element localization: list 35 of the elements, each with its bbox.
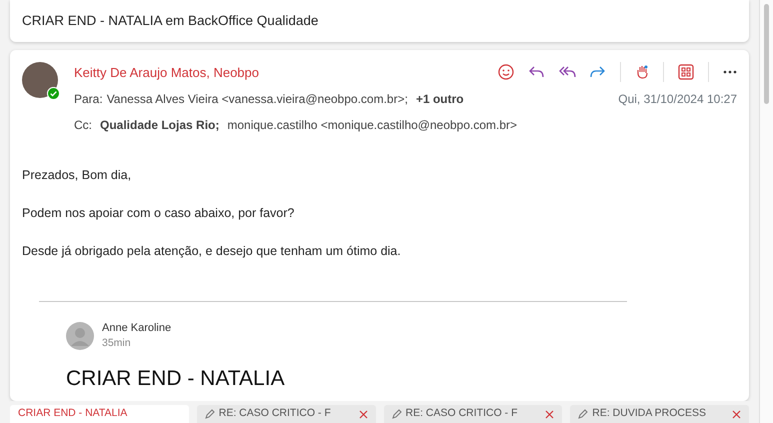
body-paragraph: Prezados, Bom dia, bbox=[22, 167, 132, 184]
more-recipients-link[interactable]: +1 outro bbox=[416, 90, 464, 108]
close-icon[interactable] bbox=[545, 410, 554, 418]
scrollbar[interactable] bbox=[759, 0, 773, 423]
close-icon[interactable] bbox=[732, 410, 741, 418]
pencil-icon bbox=[204, 409, 215, 419]
pencil-icon bbox=[392, 409, 402, 419]
compose-tab[interactable]: RE: DUVIDA PROCESS bbox=[570, 405, 749, 423]
body-paragraph: Podem nos apoiar com o caso abaixo, por favor? bbox=[22, 205, 296, 222]
conversation-title: CRIAR END - NATALIA em BackOffice Qualidade bbox=[10, 0, 749, 42]
recipient[interactable]: Qualidade Lojas Rio; bbox=[100, 116, 220, 134]
compose-tab[interactable]: CRIAR END - NATALIA bbox=[10, 405, 189, 423]
forward-icon[interactable] bbox=[590, 65, 606, 80]
pencil-icon bbox=[578, 409, 588, 419]
close-icon[interactable] bbox=[358, 410, 368, 418]
to-label: Para: bbox=[74, 91, 103, 108]
recipient[interactable]: Vanessa Alves Vieira <vanessa.vieira@neobpo.com.br>; bbox=[106, 90, 408, 108]
hand-icon[interactable] bbox=[635, 64, 649, 80]
post-time: 35min bbox=[102, 336, 132, 351]
cc-label: Cc: bbox=[74, 117, 92, 134]
apps-icon[interactable] bbox=[678, 64, 694, 80]
recipient[interactable]: monique.castilho <monique.castilho@neobpo.com.br> bbox=[227, 116, 518, 134]
sender-name[interactable]: Keitty De Araujo Matos, Neobpo bbox=[74, 62, 259, 82]
post-heading: CRIAR END - NATALIA bbox=[66, 366, 286, 391]
reply-icon[interactable] bbox=[528, 65, 544, 80]
sent-date: Qui, 31/10/2024 10:27 bbox=[618, 91, 737, 108]
more-options-icon[interactable] bbox=[723, 70, 737, 74]
compose-tab[interactable]: RE: CASO CRITICO - F bbox=[384, 405, 562, 423]
author-name: Anne Karoline bbox=[102, 320, 172, 336]
compose-tab[interactable]: RE: CASO CRITICO - F bbox=[196, 405, 376, 423]
smiley-icon[interactable] bbox=[498, 64, 514, 80]
reply-all-icon[interactable] bbox=[558, 65, 576, 80]
scrollbar-thumb[interactable] bbox=[764, 4, 769, 104]
body-paragraph: Desde já obrigado pela atenção, e desejo que tenham um ótimo dia. bbox=[22, 242, 402, 260]
person-avatar-icon bbox=[66, 322, 94, 350]
